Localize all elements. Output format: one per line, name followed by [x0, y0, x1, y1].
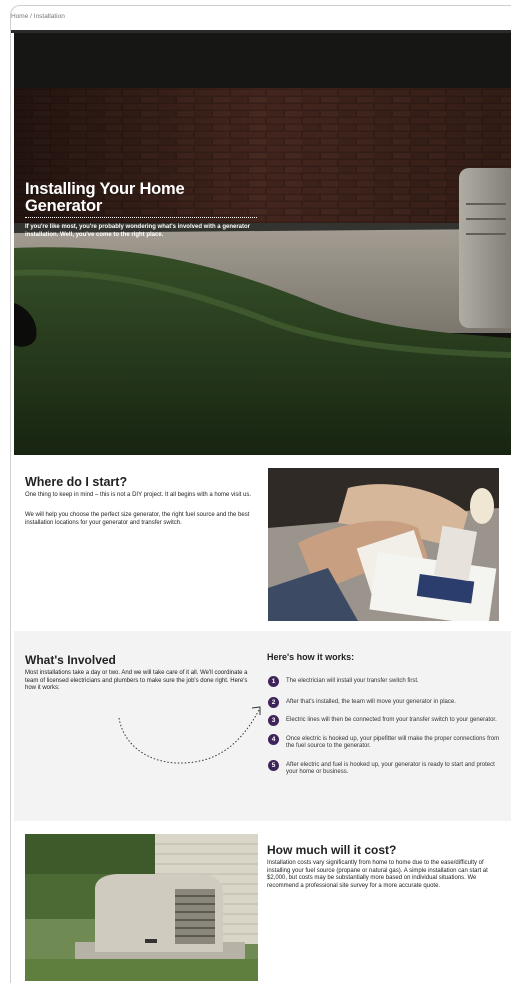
breadcrumb: Home / Installation: [11, 13, 65, 20]
step-item: 1 The electrician will install your trans…: [266, 676, 504, 687]
involved-section: What's Involved Most installations take …: [14, 631, 511, 821]
where-paragraph-1: One thing to keep in mind – this is not …: [25, 492, 252, 498]
involved-description: Most installations take a day or two. An…: [25, 670, 248, 692]
page-frame: Home / Installation Installing Your Home…: [10, 5, 511, 981]
cost-heading: How much will it cost?: [267, 843, 397, 857]
cost-text: Installation costs vary significantly fr…: [267, 860, 488, 889]
step-item: 2 After that's installed, the team will m…: [266, 696, 504, 708]
steps-title: Here's how it works:: [267, 652, 355, 662]
step-number-badge: 1: [268, 676, 279, 687]
step-item: 4 Once electric is hooked up, your pipefi…: [266, 733, 504, 751]
where-section: Where do I start? One thing to keep in m…: [11, 455, 511, 623]
hero-banner: Installing Your Home Generator If you're…: [14, 33, 511, 455]
step-text: The electrician will install your transf…: [286, 678, 419, 684]
step-item: 3 Electric lines will then be connected f…: [266, 715, 504, 726]
step-text: After that's installed, the team will mo…: [286, 698, 456, 705]
steps-list: 1 The electrician will install your trans…: [266, 676, 504, 777]
step-text: After electric and fuel is hooked up, yo…: [286, 761, 495, 776]
step-number-badge: 5: [268, 759, 279, 771]
step-text: Once electric is hooked up, your pipefit…: [286, 735, 500, 750]
where-paragraph-2: We will help you choose the perfect size…: [25, 512, 250, 526]
involved-heading: What's Involved: [25, 653, 116, 667]
hero-subtitle: If you're like most, you're probably won…: [25, 224, 250, 238]
hero-divider: [25, 217, 257, 218]
dotted-arrow-icon: [118, 706, 261, 764]
where-heading: Where do I start?: [25, 475, 128, 489]
step-number-badge: 3: [268, 715, 279, 726]
brochure-photo: [268, 468, 499, 621]
step-item: 5 After electric and fuel is hooked up, y…: [266, 759, 504, 777]
step-number-badge: 2: [268, 696, 279, 708]
hero-background-image: [14, 33, 511, 455]
generator-photo: [25, 834, 258, 981]
frame-edge: [10, 960, 11, 983]
breadcrumb-current: Installation: [33, 13, 65, 20]
hero-title: Installing Your Home Generator: [25, 180, 185, 215]
cost-section: How much will it cost? Installation cost…: [11, 826, 511, 981]
step-text: Electric lines will then be connected fr…: [286, 717, 497, 723]
breadcrumb-home-link[interactable]: Home: [11, 13, 28, 20]
step-number-badge: 4: [268, 733, 279, 745]
